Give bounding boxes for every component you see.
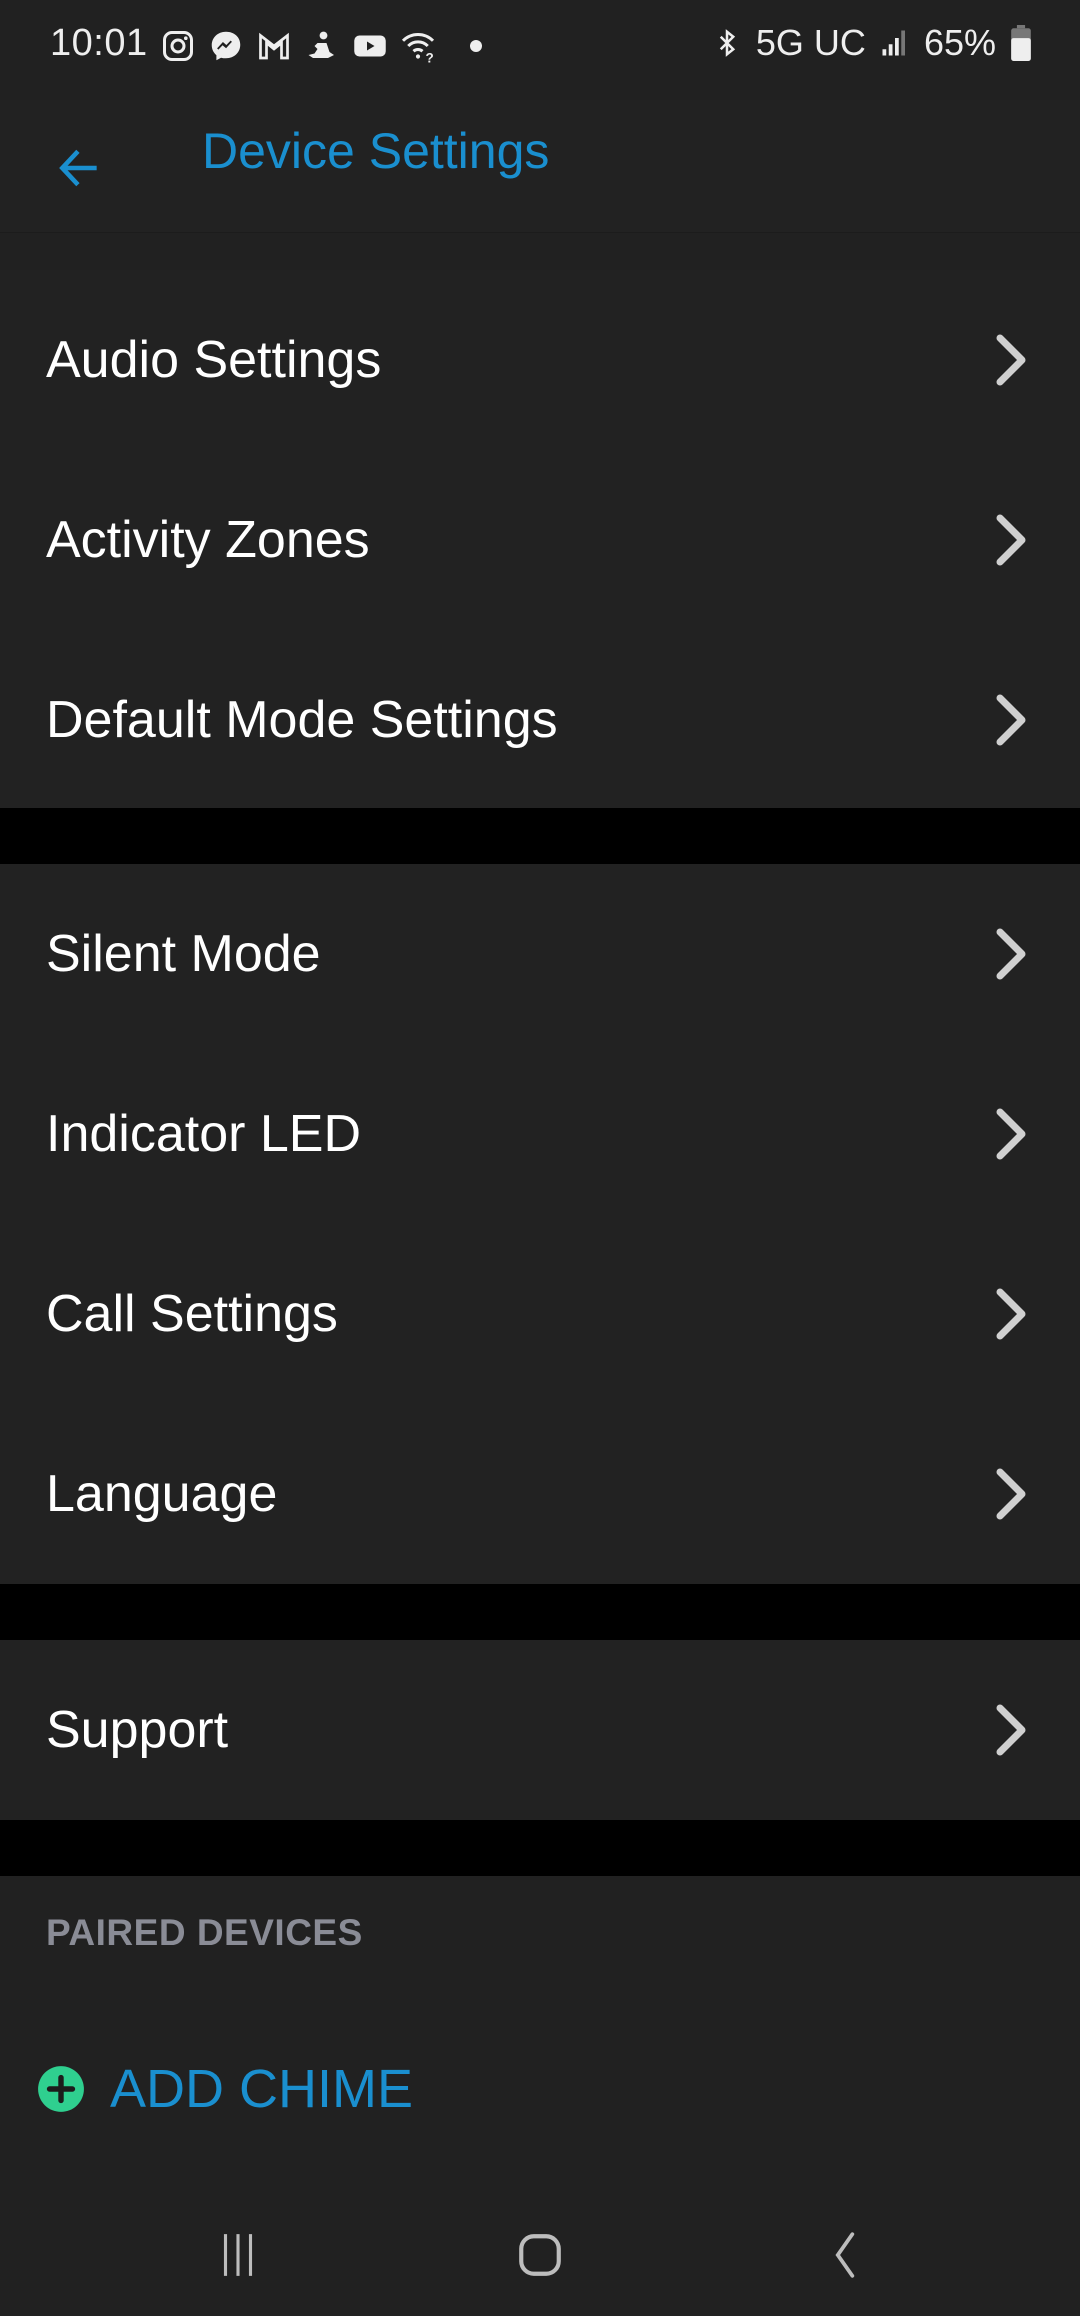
recents-icon <box>223 2234 253 2276</box>
default-mode-settings-item[interactable]: Default Mode Settings <box>0 630 1080 810</box>
chevron-right-icon <box>996 1288 1026 1340</box>
chevron-right-icon <box>996 928 1026 980</box>
support-item[interactable]: Support <box>0 1640 1080 1820</box>
section-divider <box>0 1820 1080 1876</box>
nav-back-button[interactable] <box>784 2210 904 2300</box>
instagram-icon <box>163 31 193 61</box>
item-label: Silent Mode <box>46 925 321 983</box>
chevron-right-icon <box>996 1704 1026 1756</box>
plus-circle-icon <box>38 2066 84 2112</box>
home-icon <box>519 2234 561 2276</box>
status-right: 5G UC 65% <box>712 22 1032 64</box>
item-label: Activity Zones <box>46 511 370 569</box>
arrow-left-icon <box>59 149 97 187</box>
settings-group-1: Audio Settings Activity Zones Default Mo… <box>0 270 1080 810</box>
signal-bars-icon <box>882 30 905 56</box>
status-time: 10:01 <box>50 22 148 64</box>
system-nav-bar <box>0 2180 1080 2316</box>
section-divider <box>0 1584 1080 1640</box>
battery-percent: 65% <box>923 22 996 63</box>
item-label: Call Settings <box>46 1285 338 1343</box>
chevron-right-icon <box>996 694 1026 746</box>
chevron-right-icon <box>996 1468 1026 1520</box>
section-divider <box>0 808 1080 864</box>
settings-group-3: Support <box>0 1640 1080 1820</box>
chevron-right-icon <box>996 334 1026 386</box>
item-label: Support <box>46 1701 229 1759</box>
settings-group-2: Silent Mode Indicator LED Call Settings … <box>0 864 1080 1584</box>
wifi-question-icon: ? <box>401 33 435 65</box>
status-bar: 10:01 ? 5G UC 65% <box>0 0 1080 100</box>
activity-zones-item[interactable]: Activity Zones <box>0 450 1080 630</box>
back-icon <box>835 2232 855 2278</box>
svg-text:?: ? <box>426 51 434 65</box>
item-label: Language <box>46 1465 278 1523</box>
audio-settings-item[interactable]: Audio Settings <box>0 270 1080 450</box>
silent-mode-item[interactable]: Silent Mode <box>0 864 1080 1044</box>
bluetooth-icon <box>719 29 736 57</box>
chevron-right-icon <box>996 514 1026 566</box>
chevron-right-icon <box>996 1108 1026 1160</box>
call-settings-item[interactable]: Call Settings <box>0 1224 1080 1404</box>
back-button[interactable] <box>40 128 120 208</box>
network-type: 5G UC <box>755 22 866 63</box>
add-chime-label: ADD CHIME <box>110 2059 414 2119</box>
indicator-led-item[interactable]: Indicator LED <box>0 1044 1080 1224</box>
gmail-icon <box>259 32 289 60</box>
item-label: Audio Settings <box>46 331 382 389</box>
item-label: Indicator LED <box>46 1105 362 1163</box>
recents-button[interactable] <box>178 2210 298 2300</box>
dot-icon <box>470 40 482 52</box>
home-button[interactable] <box>480 2210 600 2300</box>
item-label: Default Mode Settings <box>46 691 558 749</box>
language-item[interactable]: Language <box>0 1404 1080 1584</box>
add-chime-button[interactable]: ADD CHIME <box>36 2058 413 2120</box>
notification-icons: ? <box>160 28 494 64</box>
messenger-icon <box>211 31 241 61</box>
youtube-icon <box>354 35 386 57</box>
meditation-app-icon <box>308 31 334 58</box>
battery-icon <box>1011 25 1031 61</box>
paired-devices-heading: PAIRED DEVICES <box>46 1912 363 1953</box>
page-title: Device Settings <box>202 123 550 179</box>
